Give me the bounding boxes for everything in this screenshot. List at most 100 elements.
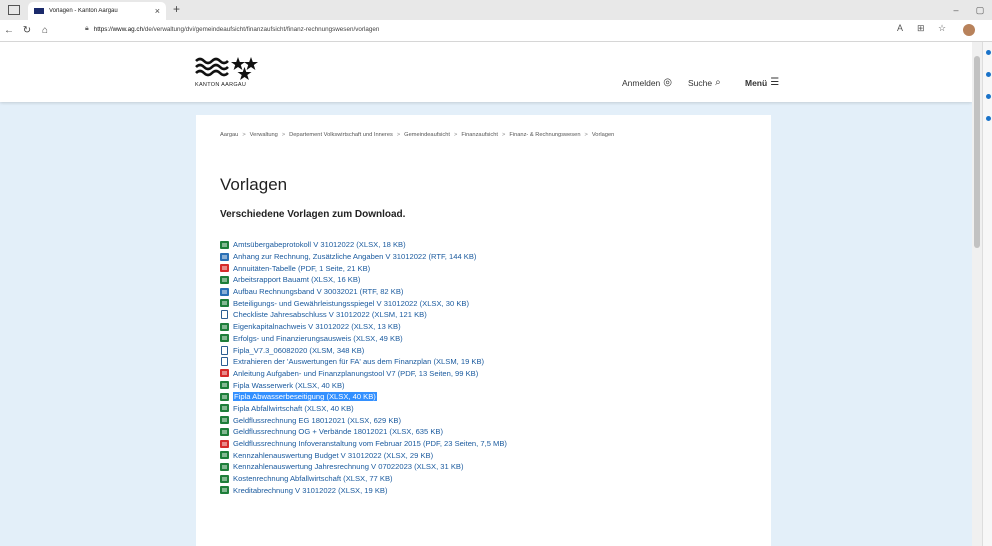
file-link[interactable]: Annuitäten-Tabelle (PDF, 1 Seite, 21 KB) [220, 262, 760, 274]
file-link[interactable]: Kostenrechnung Abfallwirtschaft (XLSX, 7… [220, 473, 760, 485]
file-link[interactable]: Kennzahlenauswertung Jahresrechnung V 07… [220, 461, 760, 473]
xlsx-file-icon [220, 240, 229, 249]
pdf-file-icon [220, 264, 229, 273]
file-link-label: Fipla Abfallwirtschaft (XLSX, 40 KB) [233, 403, 354, 413]
file-link[interactable]: Checkliste Jahresabschluss V 31012022 (X… [220, 309, 760, 321]
login-button[interactable]: Anmelden ◎ [622, 77, 672, 88]
file-link-label: Beteiligungs- und Gewährleistungsspiegel… [233, 298, 469, 308]
breadcrumb-link[interactable]: Gemeindeaufsicht [404, 132, 450, 138]
profile-avatar[interactable] [963, 24, 975, 36]
rtf-file-icon [220, 252, 229, 261]
file-file-icon [221, 357, 228, 367]
file-link[interactable]: Aufbau Rechnungsband V 30032021 (RTF, 82… [220, 286, 760, 298]
menu-button[interactable]: Menü ☰ [745, 77, 779, 88]
breadcrumb: Aargau > Verwaltung > Departement Volkswirts… [220, 132, 614, 138]
file-list: Amtsübergabeprotokoll V 31012022 (XLSX, … [220, 239, 760, 496]
xlsx-file-icon [220, 322, 229, 331]
search-icon: ⌕ [715, 77, 721, 88]
file-link-label: Kennzahlenauswertung Budget V 31012022 (… [233, 450, 434, 460]
search-label: Suche [688, 77, 713, 88]
file-link[interactable]: Fipla_V7.3_06082020 (XLSM, 348 KB) [220, 344, 760, 356]
home-icon[interactable]: ⌂ [36, 25, 54, 36]
logo-text: KANTON AARGAU [195, 82, 247, 88]
minimize-button[interactable]: – [944, 5, 968, 15]
address-bar[interactable]: 🔒︎ https://www.ag.ch/de/verwaltung/dvi/g… [85, 25, 379, 33]
breadcrumb-separator: > [502, 132, 506, 138]
breadcrumb-link[interactable]: Aargau [220, 132, 238, 138]
xlsx-file-icon [220, 392, 229, 401]
rtf-file-icon [220, 287, 229, 296]
favorites-icon[interactable]: ☆ [938, 23, 946, 34]
file-link[interactable]: Kennzahlenauswertung Budget V 31012022 (… [220, 449, 760, 461]
breadcrumb-separator: > [242, 132, 246, 138]
search-button[interactable]: Suche ⌕ [688, 77, 721, 88]
xlsx-file-icon [220, 474, 229, 483]
file-link[interactable]: Extrahieren der 'Auswertungen für FA' au… [220, 356, 760, 368]
breadcrumb-link[interactable]: Finanz- & Rechnungswesen [509, 132, 580, 138]
hamburger-icon: ☰ [770, 77, 780, 88]
xlsx-file-icon [220, 275, 229, 284]
reload-icon[interactable]: ↻ [18, 25, 36, 36]
breadcrumb-link[interactable]: Finanzaufsicht [461, 132, 498, 138]
maximize-button[interactable]: ▢ [968, 5, 992, 16]
file-link[interactable]: Fipla Abwasserbeseitigung (XLSX, 40 KB) [220, 391, 760, 403]
page-scrollbar[interactable] [972, 42, 982, 546]
xlsx-file-icon [220, 334, 229, 343]
file-link[interactable]: Arbeitsrapport Bauamt (XLSX, 16 KB) [220, 274, 760, 286]
reading-view-icon[interactable]: ⊞ [917, 23, 925, 34]
xlsx-file-icon [220, 299, 229, 308]
file-link-label: Eigenkapitalnachweis V 31012022 (XLSX, 1… [233, 322, 401, 332]
xlsx-file-icon [220, 381, 229, 390]
new-tab-button[interactable]: + [173, 2, 180, 16]
site-favicon-icon [34, 8, 44, 14]
file-link-label: Fipla Wasserwerk (XLSX, 40 KB) [233, 380, 345, 390]
file-link[interactable]: Anleitung Aufgaben- und Finanzplanungsto… [220, 368, 760, 380]
file-link-label: Aufbau Rechnungsband V 30032021 (RTF, 82… [233, 287, 404, 297]
file-link-label: Kostenrechnung Abfallwirtschaft (XLSX, 7… [233, 474, 393, 484]
file-file-icon [221, 345, 228, 355]
sidebar-copilot-icon[interactable] [986, 50, 991, 55]
browser-toolbar: ← ↻ ⌂ 🔒︎ https://www.ag.ch/de/verwaltung… [0, 20, 992, 42]
file-link[interactable]: Kreditabrechnung V 31012022 (XLSX, 19 KB… [220, 484, 760, 496]
breadcrumb-link[interactable]: Departement Volkswirtschaft und Inneres [289, 132, 393, 138]
xlsx-file-icon [220, 427, 229, 436]
file-link-label: Geldflussrechnung EG 18012021 (XLSX, 629… [233, 415, 402, 425]
file-link-label: Amtsübergabeprotokoll V 31012022 (XLSX, … [233, 240, 406, 250]
file-link[interactable]: Anhang zur Rechnung, Zusätzliche Angaben… [220, 251, 760, 263]
web-page: KANTON AARGAU Anmelden ◎ Suche ⌕ Menü ☰ … [0, 42, 972, 546]
read-aloud-icon[interactable]: A [897, 23, 903, 33]
tab-title: Vorlagen - Kanton Aargau [49, 8, 118, 14]
file-link[interactable]: Eigenkapitalnachweis V 31012022 (XLSX, 1… [220, 321, 760, 333]
file-link[interactable]: Amtsübergabeprotokoll V 31012022 (XLSX, … [220, 239, 760, 251]
file-link[interactable]: Geldflussrechnung OG + Verbände 18012021… [220, 426, 760, 438]
file-link-label: Extrahieren der 'Auswertungen für FA' au… [233, 357, 485, 367]
sidebar-tools-icon[interactable] [986, 94, 991, 99]
file-link-label: Fipla_V7.3_06082020 (XLSM, 348 KB) [233, 345, 365, 355]
back-arrow-icon[interactable]: ← [0, 25, 18, 36]
breadcrumb-link[interactable]: Verwaltung [250, 132, 278, 138]
file-link-label: Geldflussrechnung Infoveranstaltung vom … [233, 439, 507, 449]
window-menu-icon[interactable] [8, 5, 20, 15]
file-link-label: Erfolgs- und Finanzierungsausweis (XLSX,… [233, 333, 403, 343]
file-link[interactable]: Beteiligungs- und Gewährleistungsspiegel… [220, 297, 760, 309]
file-link-label: Kreditabrechnung V 31012022 (XLSX, 19 KB… [233, 485, 388, 495]
xlsx-file-icon [220, 462, 229, 471]
window-controls: – ▢ [944, 0, 992, 20]
file-link[interactable]: Geldflussrechnung EG 18012021 (XLSX, 629… [220, 414, 760, 426]
file-link-label: Anleitung Aufgaben- und Finanzplanungsto… [233, 368, 479, 378]
file-link[interactable]: Geldflussrechnung Infoveranstaltung vom … [220, 438, 760, 450]
site-header: KANTON AARGAU Anmelden ◎ Suche ⌕ Menü ☰ [0, 42, 972, 102]
file-link[interactable]: Erfolgs- und Finanzierungsausweis (XLSX,… [220, 333, 760, 345]
xlsx-file-icon [220, 486, 229, 495]
browser-tab[interactable]: Vorlagen - Kanton Aargau × [28, 2, 166, 20]
tab-close-icon[interactable]: × [155, 6, 160, 16]
file-file-icon [221, 310, 228, 320]
sidebar-office-icon[interactable] [986, 116, 991, 121]
sidebar-search-icon[interactable] [986, 72, 991, 77]
scrollbar-thumb[interactable] [974, 56, 980, 248]
url-host: https://www.ag.ch [93, 25, 144, 33]
file-link-label: Annuitäten-Tabelle (PDF, 1 Seite, 21 KB) [233, 263, 371, 273]
pdf-file-icon [220, 369, 229, 378]
file-link[interactable]: Fipla Wasserwerk (XLSX, 40 KB) [220, 379, 760, 391]
file-link[interactable]: Fipla Abfallwirtschaft (XLSX, 40 KB) [220, 403, 760, 415]
